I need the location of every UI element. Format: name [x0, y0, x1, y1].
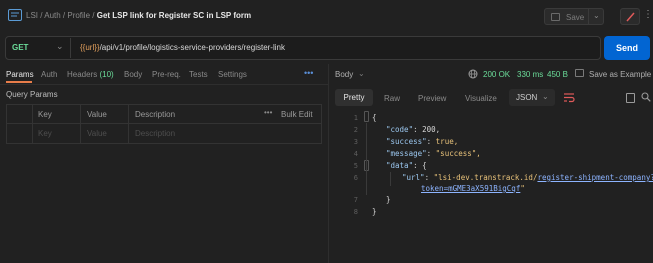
json-value: true, — [435, 137, 459, 146]
json-value: 200, — [422, 125, 441, 134]
breadcrumb[interactable]: LSI / Auth / Profile / Get LSP link for … — [26, 11, 251, 20]
json-key: "success" — [386, 137, 427, 146]
format-select[interactable]: JSON ⌄ — [509, 89, 555, 106]
tab-preview[interactable]: Preview — [418, 94, 446, 103]
line-number: 4 — [353, 150, 358, 158]
column-divider — [80, 104, 81, 144]
code-line: "url": "lsi-dev.transtrack.id/register-s… — [402, 173, 653, 182]
tab-pretty[interactable]: Pretty — [335, 89, 373, 106]
code-line: "code": 200, — [386, 125, 441, 134]
edit-button[interactable] — [620, 8, 640, 25]
json-key: "data" — [386, 161, 414, 170]
column-header-key: Key — [38, 110, 52, 119]
request-name[interactable]: Get LSP link for Register SC in LSP form — [97, 11, 251, 20]
more-icon[interactable]: ••• — [264, 108, 272, 117]
response-body-select[interactable]: Body — [335, 70, 353, 79]
divider — [70, 38, 71, 58]
response-size[interactable]: 450 B — [547, 70, 568, 79]
line-number: 1 — [353, 114, 358, 122]
tab-auth[interactable]: Auth — [41, 70, 57, 79]
response-link[interactable]: register-shipment-company? — [537, 173, 653, 182]
divider — [0, 84, 328, 85]
save-label: Save — [566, 13, 585, 22]
search-icon[interactable] — [641, 92, 651, 102]
bulk-edit-button[interactable]: Bulk Edit — [281, 110, 313, 119]
chevron-down-icon[interactable]: ⌄ — [593, 11, 600, 20]
indent-guide — [366, 123, 367, 195]
pencil-icon — [626, 12, 635, 22]
key-input[interactable]: Key — [38, 129, 52, 138]
tab-settings[interactable]: Settings — [218, 70, 247, 79]
tab-headers-label: Headers — [67, 70, 98, 79]
json-key: "message" — [386, 149, 427, 158]
http-request-icon — [8, 9, 22, 21]
url-variable: {{url}} — [80, 43, 100, 52]
description-input[interactable]: Description — [135, 129, 175, 138]
column-divider — [32, 104, 33, 144]
code-line: } — [386, 195, 391, 204]
code-line: } — [372, 207, 377, 216]
line-number: 8 — [353, 208, 358, 216]
line-number: 3 — [353, 138, 358, 146]
chevron-down-icon[interactable]: ⌄ — [358, 69, 365, 78]
save-icon — [551, 13, 560, 21]
json-brace: } — [386, 195, 391, 204]
method-select[interactable]: GET — [12, 43, 28, 52]
line-number: 7 — [353, 196, 358, 204]
format-label: JSON — [516, 93, 538, 102]
json-value: "success", — [435, 149, 481, 158]
column-header-value: Value — [87, 110, 107, 119]
url-path: /api/v1/profile/logistics-service-provid… — [99, 43, 285, 52]
json-value: "lsi-dev.transtrack.id/ — [433, 173, 538, 182]
save-icon — [575, 69, 584, 77]
globe-icon[interactable] — [468, 69, 478, 79]
send-button[interactable]: Send — [604, 36, 650, 60]
line-number: 5 — [353, 162, 358, 170]
code-line: "data": { — [386, 161, 427, 170]
save-button[interactable]: Save ⌄ — [544, 8, 604, 25]
more-icon[interactable]: ••• — [304, 68, 313, 78]
tab-headers[interactable]: Headers (10) — [67, 70, 114, 79]
url-input[interactable]: {{url}}/api/v1/profile/logistics-service… — [80, 43, 285, 52]
breadcrumb-path[interactable]: LSI / Auth / Profile / — [26, 11, 94, 20]
json-key: "url" — [402, 173, 425, 182]
status-code[interactable]: 200 OK — [483, 70, 510, 79]
response-link[interactable]: token=mGME3aX591BigCqf — [421, 184, 520, 193]
json-value: " — [520, 184, 525, 193]
more-options-icon[interactable]: ⋮ — [643, 9, 653, 20]
value-input[interactable]: Value — [87, 129, 107, 138]
tab-body[interactable]: Body — [124, 70, 142, 79]
line-number: 2 — [353, 126, 358, 134]
save-separator — [588, 9, 589, 24]
tab-visualize[interactable]: Visualize — [465, 94, 497, 103]
json-brace: { — [372, 113, 377, 122]
tab-raw[interactable]: Raw — [384, 94, 400, 103]
wrap-lines-icon[interactable] — [563, 92, 575, 103]
tab-prereq[interactable]: Pre-req. — [152, 70, 181, 79]
save-as-example-button[interactable]: Save as Example — [589, 70, 651, 79]
column-divider — [128, 104, 129, 144]
line-number: 6 — [353, 174, 358, 182]
active-tab-underline — [6, 81, 32, 83]
code-line: token=mGME3aX591BigCqf" — [421, 184, 525, 193]
indent-guide — [390, 172, 391, 186]
tab-tests[interactable]: Tests — [189, 70, 208, 79]
json-key: "code" — [386, 125, 414, 134]
code-line: "message": "success", — [386, 149, 481, 158]
column-header-description: Description — [135, 110, 176, 119]
chevron-down-icon: ⌄ — [542, 92, 549, 101]
headers-count: (10) — [99, 70, 114, 79]
fold-toggle[interactable] — [364, 111, 369, 122]
chevron-down-icon[interactable]: ⌄ — [56, 41, 64, 52]
copy-icon[interactable] — [626, 93, 635, 103]
response-time[interactable]: 330 ms — [517, 70, 543, 79]
json-brace: } — [372, 207, 377, 216]
code-line: "success": true, — [386, 137, 459, 146]
json-brace: { — [422, 161, 427, 170]
query-params-title: Query Params — [6, 90, 58, 99]
pane-divider[interactable] — [328, 64, 329, 263]
row-divider — [6, 123, 322, 124]
tab-params[interactable]: Params — [6, 70, 34, 79]
code-line: { — [372, 113, 377, 122]
